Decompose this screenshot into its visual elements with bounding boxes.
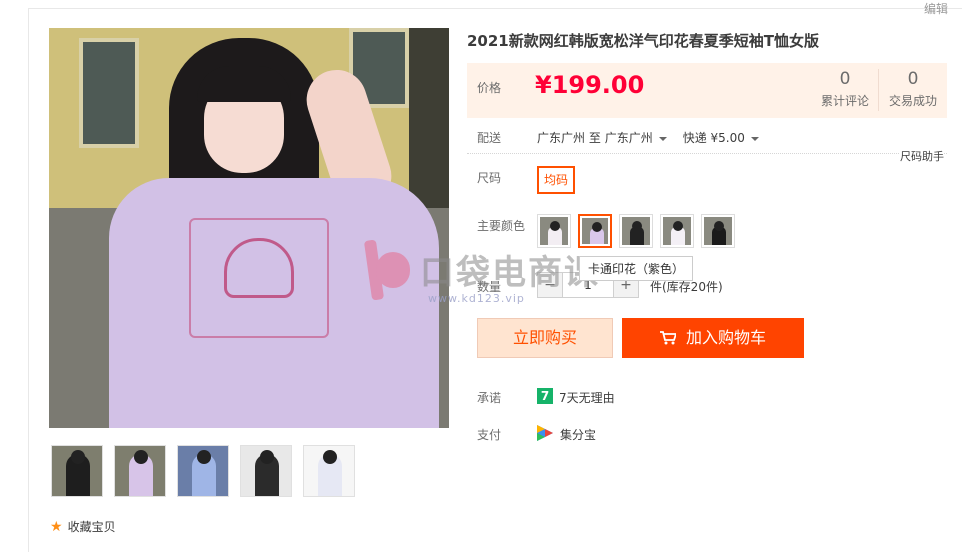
sales-label: 交易成功 xyxy=(889,94,938,108)
thumbnail-5[interactable] xyxy=(303,445,355,497)
photo-window-left xyxy=(79,38,139,148)
ship-to-select[interactable]: 广东广州 xyxy=(605,131,653,145)
color-label: 主要颜色 xyxy=(477,219,526,233)
size-option-selected[interactable]: 均码 xyxy=(537,166,575,194)
add-to-cart-label: 加入购物车 xyxy=(685,328,766,347)
star-icon: ★ xyxy=(50,518,63,535)
buy-now-button[interactable]: 立即购买 xyxy=(477,318,613,358)
divider xyxy=(467,153,947,154)
jifenbao-icon xyxy=(537,425,553,441)
payment-text[interactable]: 集分宝 xyxy=(560,426,596,443)
color-swatch-5[interactable] xyxy=(701,214,735,248)
color-tooltip: 卡通印花（紫色） xyxy=(579,256,694,281)
main-product-image[interactable] xyxy=(49,28,449,428)
model-bangs xyxy=(197,66,291,102)
shirt-print-helmet xyxy=(224,238,294,298)
color-swatch-1[interactable] xyxy=(537,214,571,248)
promise-text[interactable]: 7天无理由 xyxy=(559,389,615,406)
edit-link[interactable]: 编辑 xyxy=(924,0,948,17)
sales-count: 0 xyxy=(907,69,919,89)
stat-divider xyxy=(878,69,879,111)
color-swatch-2-selected[interactable] xyxy=(578,214,612,248)
favorite-label: 收藏宝贝 xyxy=(67,520,116,534)
reviews-count: 0 xyxy=(839,69,851,89)
reviews-label: 累计评论 xyxy=(821,94,870,108)
ship-method-select[interactable]: 快递 ¥5.00 xyxy=(683,131,745,145)
color-swatch-3[interactable] xyxy=(619,214,653,248)
quantity-decrease-button[interactable]: − xyxy=(537,272,563,298)
payment-label: 支付 xyxy=(477,428,502,442)
sales-stat: 0 交易成功 xyxy=(889,69,937,109)
watermark-url: www.kd123.vip xyxy=(428,292,525,305)
thumbnail-1[interactable] xyxy=(51,445,103,497)
thumbnail-4[interactable] xyxy=(240,445,292,497)
ship-from: 广东广州 xyxy=(537,131,586,145)
thumbnail-3[interactable] xyxy=(177,445,229,497)
color-swatch-4[interactable] xyxy=(660,214,694,248)
seven-day-return-icon: 7 xyxy=(537,388,553,404)
shipping-label: 配送 xyxy=(477,131,502,145)
thumbnail-2[interactable] xyxy=(114,445,166,497)
chevron-down-icon[interactable] xyxy=(750,136,759,141)
ship-to-word: 至 xyxy=(588,131,601,145)
add-to-cart-button[interactable]: 加入购物车 xyxy=(622,318,804,358)
promise-label: 承诺 xyxy=(477,391,502,405)
size-helper-link[interactable]: 尺码助手 xyxy=(900,148,944,164)
reviews-stat[interactable]: 0 累计评论 xyxy=(821,69,869,109)
size-label: 尺码 xyxy=(477,171,502,185)
price-label: 价格 xyxy=(477,81,502,95)
shipping-info: 广东广州 至 广东广州 快递 ¥5.00 xyxy=(537,129,775,146)
product-title: 2021新款网红韩版宽松洋气印花春夏季短袖T恤女版 xyxy=(467,32,819,50)
cart-icon xyxy=(659,331,676,345)
chevron-down-icon[interactable] xyxy=(658,136,667,141)
favorite-button[interactable]: ★ 收藏宝贝 xyxy=(50,518,116,535)
price-value: ¥199.00 xyxy=(535,71,645,99)
price-panel: 价格 ¥199.00 0 累计评论 0 交易成功 xyxy=(467,63,947,118)
